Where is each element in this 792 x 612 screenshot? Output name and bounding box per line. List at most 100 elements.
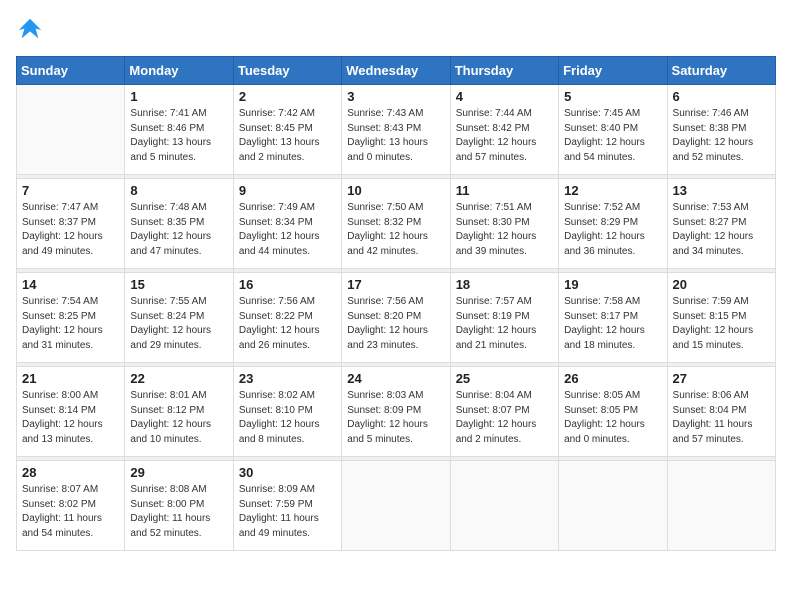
daylight-label: Daylight: 12 hours and 0 minutes. [564,419,645,445]
sunset-label: Sunset: 8:35 PM [130,217,204,228]
daylight-label: Daylight: 13 hours and 2 minutes. [239,137,320,163]
day-number: 29 [130,465,227,480]
daylight-label: Daylight: 12 hours and 47 minutes. [130,231,211,257]
sunrise-label: Sunrise: 7:46 AM [673,108,749,119]
calendar-cell: 6Sunrise: 7:46 AMSunset: 8:38 PMDaylight… [667,85,775,175]
daylight-label: Daylight: 12 hours and 23 minutes. [347,325,428,351]
sunset-label: Sunset: 8:34 PM [239,217,313,228]
daylight-label: Daylight: 12 hours and 18 minutes. [564,325,645,351]
calendar-cell: 4Sunrise: 7:44 AMSunset: 8:42 PMDaylight… [450,85,558,175]
day-number: 7 [22,183,119,198]
day-number: 16 [239,277,336,292]
calendar-week-row: 28Sunrise: 8:07 AMSunset: 8:02 PMDayligh… [17,461,776,551]
weekday-header-wednesday: Wednesday [342,57,450,85]
calendar-cell: 21Sunrise: 8:00 AMSunset: 8:14 PMDayligh… [17,367,125,457]
daylight-label: Daylight: 12 hours and 13 minutes. [22,419,103,445]
sunset-label: Sunset: 8:05 PM [564,405,638,416]
day-detail: Sunrise: 7:45 AMSunset: 8:40 PMDaylight:… [564,107,661,165]
calendar-cell: 7 Sunrise: 7:47 AMSunset: 8:37 PMDaylight… [17,179,125,269]
sunset-label: Sunset: 8:27 PM [673,217,747,228]
sunrise-label: Sunrise: 7:50 AM [347,202,423,213]
sunrise-label: Sunrise: 7:48 AM [130,202,206,213]
calendar-week-row: 21Sunrise: 8:00 AMSunset: 8:14 PMDayligh… [17,367,776,457]
calendar-cell: 12Sunrise: 7:52 AMSunset: 8:29 PMDayligh… [559,179,667,269]
sunset-label: Sunset: 8:04 PM [673,405,747,416]
sunset-label: Sunset: 8:29 PM [564,217,638,228]
calendar-cell: 29 Sunrise: 8:08 AMSunset: 8:00 PMDayligh… [125,461,233,551]
sunrise-label: Sunrise: 7:51 AM [456,202,532,213]
daylight-label: Daylight: 12 hours and 10 minutes. [130,419,211,445]
day-number: 9 [239,183,336,198]
calendar-cell: 25Sunrise: 8:04 AMSunset: 8:07 PMDayligh… [450,367,558,457]
day-number: 24 [347,371,444,386]
day-number: 14 [22,277,119,292]
daylight-label: Daylight: 11 hours and 49 minutes. [239,513,319,539]
calendar-cell: 11Sunrise: 7:51 AMSunset: 8:30 PMDayligh… [450,179,558,269]
daylight-label: Daylight: 12 hours and 52 minutes. [673,137,754,163]
sunset-label: Sunset: 8:07 PM [456,405,530,416]
calendar-cell: 14Sunrise: 7:54 AMSunset: 8:25 PMDayligh… [17,273,125,363]
sunset-label: Sunset: 8:10 PM [239,405,313,416]
calendar-cell: 15Sunrise: 7:55 AMSunset: 8:24 PMDayligh… [125,273,233,363]
calendar-cell: 28Sunrise: 8:07 AMSunset: 8:02 PMDayligh… [17,461,125,551]
day-detail: Sunrise: 7:44 AMSunset: 8:42 PMDaylight:… [456,107,553,165]
day-detail: Sunrise: 8:01 AMSunset: 8:12 PMDaylight:… [130,389,227,447]
day-detail: Sunrise: 8:08 AMSunset: 8:00 PMDaylight:… [130,483,227,541]
calendar-cell: 2Sunrise: 7:42 AMSunset: 8:45 PMDaylight… [233,85,341,175]
calendar-week-row: 7 Sunrise: 7:47 AMSunset: 8:37 PMDaylight… [17,179,776,269]
calendar-cell [17,85,125,175]
sunrise-label: Sunrise: 7:56 AM [347,296,423,307]
calendar-cell: 17Sunrise: 7:56 AMSunset: 8:20 PMDayligh… [342,273,450,363]
sunrise-label: Sunrise: 7:41 AM [130,108,206,119]
page-header [16,16,776,44]
sunset-label: Sunset: 8:09 PM [347,405,421,416]
sunset-label: Sunset: 8:32 PM [347,217,421,228]
sunset-label: Sunset: 7:59 PM [239,499,313,510]
daylight-label: Daylight: 12 hours and 21 minutes. [456,325,537,351]
daylight-label: Daylight: 13 hours and 5 minutes. [130,137,211,163]
sunrise-label: Sunrise: 7:58 AM [564,296,640,307]
day-number: 8 [130,183,227,198]
sunrise-label: Sunrise: 8:04 AM [456,390,532,401]
daylight-label: Daylight: 12 hours and 57 minutes. [456,137,537,163]
day-detail: Sunrise: 7:43 AMSunset: 8:43 PMDaylight:… [347,107,444,165]
sunset-label: Sunset: 8:17 PM [564,311,638,322]
sunrise-label: Sunrise: 8:00 AM [22,390,98,401]
day-detail: Sunrise: 7:58 AM Sunset: 8:17 PM Daylight:… [564,295,661,353]
day-detail: Sunrise: 8:05 AMSunset: 8:05 PMDaylight:… [564,389,661,447]
calendar-cell [667,461,775,551]
calendar-cell: 10Sunrise: 7:50 AMSunset: 8:32 PMDayligh… [342,179,450,269]
sunset-label: Sunset: 8:38 PM [673,123,747,134]
day-detail: Sunrise: 7:49 AMSunset: 8:34 PMDaylight:… [239,201,336,259]
sunrise-label: Sunrise: 7:53 AM [673,202,749,213]
daylight-label: Daylight: 12 hours and 36 minutes. [564,231,645,257]
day-detail: Sunrise: 7:47 AMSunset: 8:37 PMDaylight:… [22,201,119,259]
day-detail: Sunrise: 8:04 AMSunset: 8:07 PMDaylight:… [456,389,553,447]
calendar-cell: 18Sunrise: 7:57 AMSunset: 8:19 PMDayligh… [450,273,558,363]
day-number: 27 [673,371,770,386]
sunrise-label: Sunrise: 7:57 AM [456,296,532,307]
day-number: 2 [239,89,336,104]
calendar-cell: 22 Sunrise: 8:01 AMSunset: 8:12 PMDayligh… [125,367,233,457]
day-number: 25 [456,371,553,386]
day-detail: Sunrise: 8:03 AMSunset: 8:09 PMDaylight:… [347,389,444,447]
sunset-label: Sunset: 8:25 PM [22,311,96,322]
sunrise-label: Sunrise: 7:47 AM [22,202,98,213]
sunrise-label: Sunrise: 8:06 AM [673,390,749,401]
day-number: 5 [564,89,661,104]
sunset-label: Sunset: 8:20 PM [347,311,421,322]
day-number: 22 [130,371,227,386]
sunrise-label: Sunrise: 8:03 AM [347,390,423,401]
day-detail: Sunrise: 7:56 AMSunset: 8:22 PMDaylight:… [239,295,336,353]
day-detail: Sunrise: 7:46 AM Sunset: 8:38 PM Daylight:… [673,107,770,165]
day-number: 13 [673,183,770,198]
sunrise-label: Sunrise: 7:49 AM [239,202,315,213]
sunset-label: Sunset: 8:42 PM [456,123,530,134]
logo-bird-icon [16,16,44,44]
day-number: 12 [564,183,661,198]
calendar-cell: 27Sunrise: 8:06 AMSunset: 8:04 PMDayligh… [667,367,775,457]
sunrise-label: Sunrise: 7:59 AM [673,296,749,307]
sunset-label: Sunset: 8:02 PM [22,499,96,510]
sunset-label: Sunset: 8:15 PM [673,311,747,322]
day-number: 11 [456,183,553,198]
